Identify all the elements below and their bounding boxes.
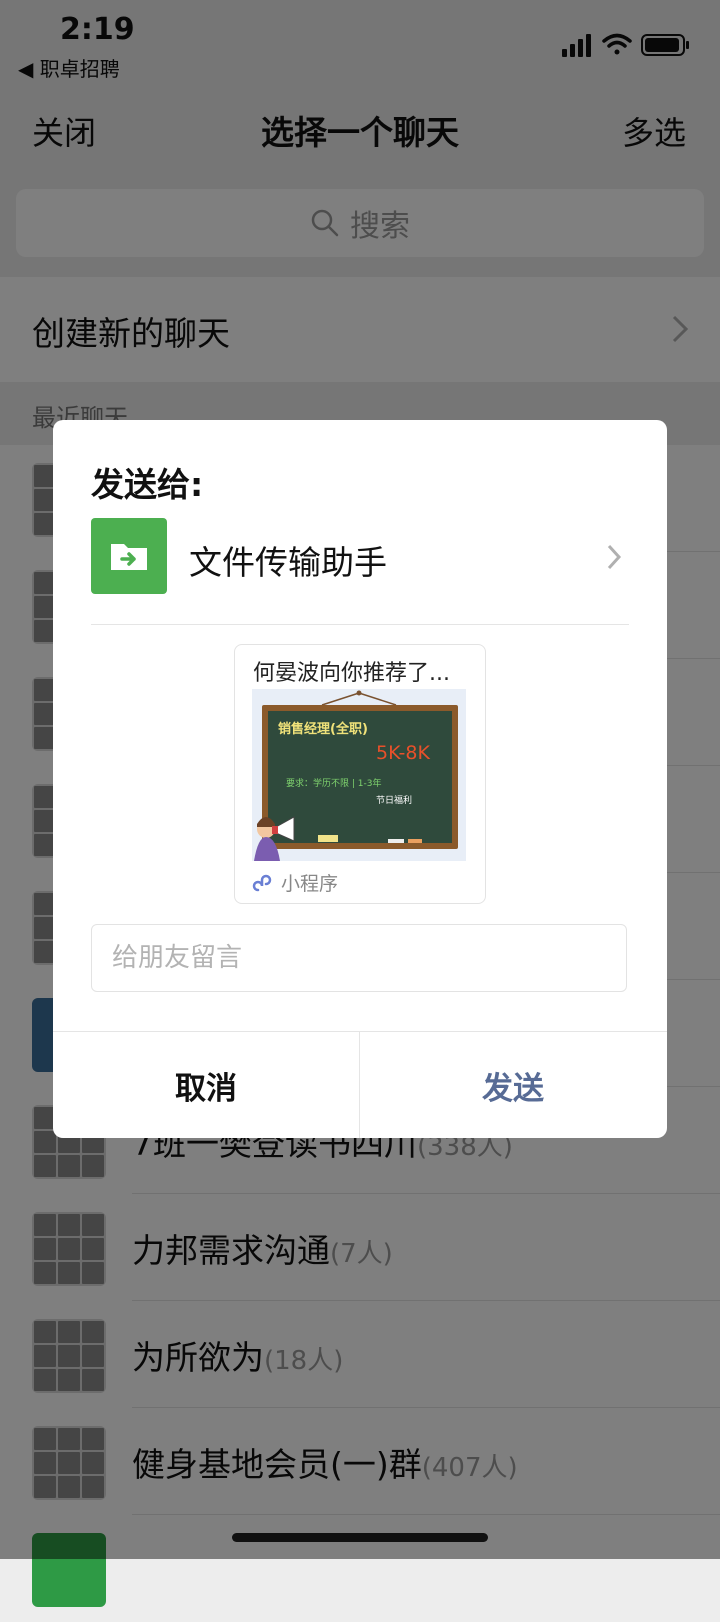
mini-program-card: 何晏波向你推荐了... 销售经理(全职) 5K-8K 要求：学历不限 | 1-3… [234, 644, 486, 904]
divider [91, 624, 629, 625]
share-dialog: 发送给: 文件传输助手 何晏波向你推荐了... 销售经理(全职) 5K-8K 要… [53, 420, 667, 1138]
card-title: 何晏波向你推荐了... [253, 661, 450, 686]
send-button[interactable]: 发送 [360, 1032, 666, 1138]
recipient-name: 文件传输助手 [189, 543, 387, 582]
svg-text:销售经理(全职): 销售经理(全职) [278, 721, 368, 737]
chevron-right-icon [607, 544, 622, 570]
dialog-buttons: 取消 发送 [53, 1031, 667, 1138]
svg-text:5K-8K: 5K-8K [376, 742, 430, 764]
svg-text:要求：学历不限 | 1-3年: 要求：学历不限 | 1-3年 [286, 777, 381, 789]
home-indicator [232, 1533, 488, 1542]
send-to-label: 发送给: [91, 465, 204, 504]
mini-program-tag: 小程序 [251, 869, 338, 896]
message-input[interactable] [91, 924, 627, 992]
svg-text:节日福利: 节日福利 [376, 794, 412, 806]
mini-program-icon [252, 874, 272, 891]
cancel-button[interactable]: 取消 [53, 1032, 359, 1138]
mini-program-label: 小程序 [281, 873, 339, 895]
job-poster-thumbnail: 销售经理(全职) 5K-8K 要求：学历不限 | 1-3年 节日福利 [252, 689, 466, 861]
file-transfer-icon [91, 518, 167, 594]
recipient-row[interactable]: 文件传输助手 [91, 518, 629, 596]
